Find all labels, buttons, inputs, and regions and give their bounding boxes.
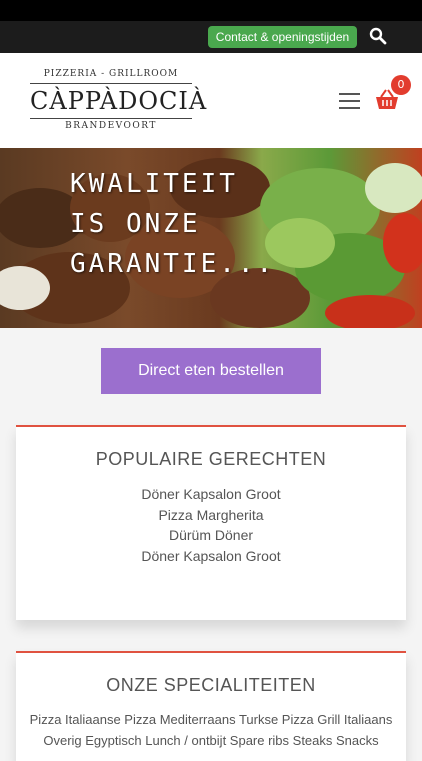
logo-divider [30, 118, 192, 119]
popular-dishes-card: POPULAIRE GERECHTEN Döner Kapsalon Groot… [16, 425, 406, 620]
logo-name: CÀPPÀDOCIÀ [30, 87, 208, 115]
site-header: PIZZERIA - GRILLROOM CÀPPÀDOCIÀ BRANDEVO… [0, 53, 422, 148]
status-strip [0, 0, 422, 21]
popular-dish-link[interactable]: Pizza Margherita [16, 505, 406, 526]
specialties-card: ONZE SPECIALITEITEN Pizza Italiaanse Piz… [16, 651, 406, 761]
contact-hours-button[interactable]: Contact & openingstijden [208, 26, 357, 48]
hero-banner: KWALITEIT IS ONZE GARANTIE... [0, 148, 422, 328]
hero-slogan-line: GARANTIE... [70, 249, 276, 279]
hero-slogan-line: IS ONZE [70, 209, 201, 239]
logo-tagline: PIZZERIA - GRILLROOM [43, 69, 179, 79]
popular-dish-link[interactable]: Döner Kapsalon Groot [16, 546, 406, 567]
specialties-line[interactable]: Pizza Italiaanse Pizza Mediterraans Turk… [26, 710, 396, 731]
top-bar: Contact & openingstijden [0, 21, 422, 53]
specialties-line[interactable]: Overig Egyptisch Lunch / ontbijt Spare r… [26, 731, 396, 752]
specialties-title: ONZE SPECIALITEITEN [106, 675, 316, 695]
popular-dishes-title: POPULAIRE GERECHTEN [95, 449, 327, 469]
cart-count-badge: 0 [391, 75, 411, 95]
menu-icon[interactable] [339, 93, 360, 109]
logo[interactable]: PIZZERIA - GRILLROOM CÀPPÀDOCIÀ BRANDEVO… [30, 67, 208, 137]
hero-slogan: KWALITEIT IS ONZE GARANTIE... [70, 164, 276, 284]
order-food-button[interactable]: Direct eten bestellen [101, 348, 321, 394]
hero-slogan-line: KWALITEIT [70, 169, 238, 199]
logo-divider [30, 83, 192, 84]
logo-location: BRANDEVOORT [65, 121, 157, 131]
popular-dish-link[interactable]: Döner Kapsalon Groot [16, 484, 406, 505]
search-icon[interactable] [369, 27, 387, 45]
specialties-list: Pizza Italiaanse Pizza Mediterraans Turk… [16, 710, 406, 751]
popular-dish-link[interactable]: Dürüm Döner [16, 525, 406, 546]
popular-dishes-list: Döner Kapsalon Groot Pizza Margherita Dü… [16, 484, 406, 566]
